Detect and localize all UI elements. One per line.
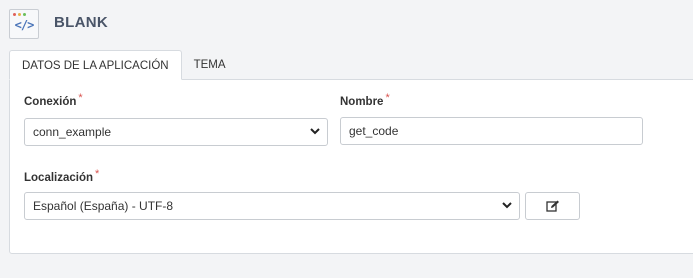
- code-icon: </>: [9, 9, 39, 39]
- chevron-down-icon: [502, 202, 512, 209]
- connection-value: conn_example: [33, 125, 112, 139]
- locale-value: Español (España) - UTF-8: [33, 199, 174, 213]
- name-label: Nombre *: [340, 92, 390, 108]
- tab-tema[interactable]: TEMA: [182, 50, 238, 80]
- tab-bar: DATOS DE LA APLICACIÓN TEMA: [9, 50, 238, 80]
- name-input[interactable]: get_code: [340, 117, 643, 145]
- locale-select[interactable]: Español (España) - UTF-8: [24, 192, 520, 220]
- form-panel: Conexión * conn_example Nombre * get_code …: [9, 79, 693, 254]
- connection-label: Conexión *: [24, 92, 83, 108]
- chevron-down-icon: [310, 128, 320, 135]
- required-mark: *: [385, 92, 390, 104]
- locale-label: Localización *: [24, 168, 100, 184]
- tab-datos-de-la-aplicacion[interactable]: DATOS DE LA APLICACIÓN: [9, 50, 182, 80]
- required-mark: *: [95, 168, 100, 180]
- edit-icon: [545, 200, 559, 212]
- app-header: </> BLANK: [0, 0, 693, 50]
- name-value: get_code: [349, 124, 399, 138]
- connection-select[interactable]: conn_example: [24, 118, 328, 146]
- edit-locale-button[interactable]: [525, 192, 580, 220]
- required-mark: *: [78, 92, 83, 104]
- app-title: BLANK: [54, 14, 108, 31]
